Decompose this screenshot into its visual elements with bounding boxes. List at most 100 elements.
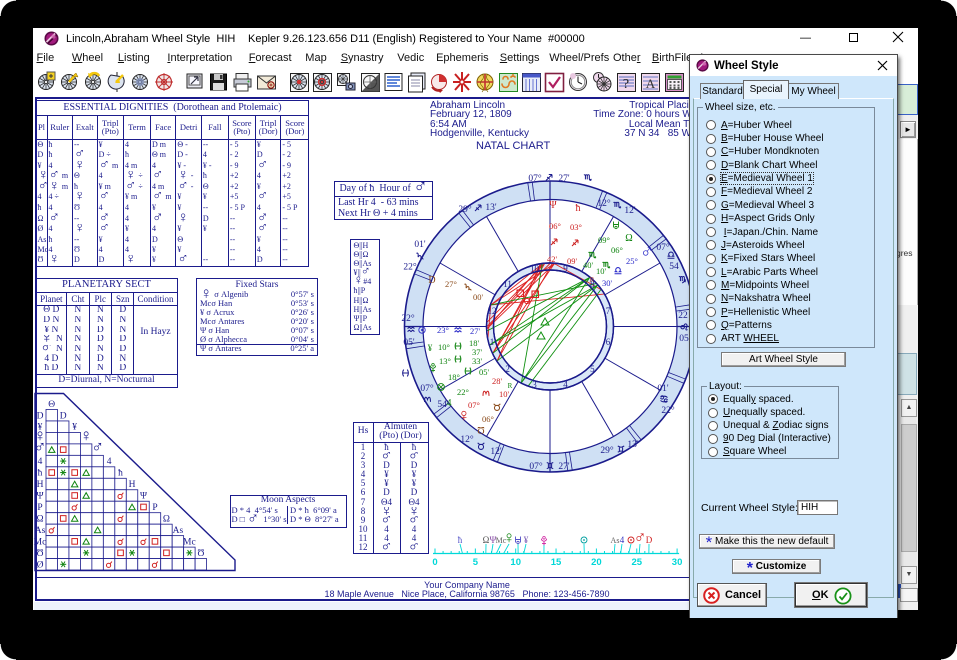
svg-text:4: 4 [107,457,112,467]
svg-text:H: H [37,480,44,490]
svg-text:¥: ¥ [428,343,433,353]
svg-text:10: 10 [530,264,540,274]
svg-text:4: 4 [563,379,568,389]
svg-text:33': 33' [472,356,483,366]
svg-text:12: 12 [488,306,497,316]
svg-text:22°: 22° [661,405,675,416]
svg-text:25°: 25° [626,256,638,266]
svg-text:13': 13' [485,203,497,213]
svg-text:R: R [590,276,595,284]
svg-text:Ω: Ω [163,515,170,525]
svg-text:Ψ: Ψ [140,492,147,502]
svg-text:06°: 06° [482,414,494,424]
svg-text:01': 01' [414,240,426,250]
svg-text:12°: 12° [597,198,611,209]
svg-text:10: 10 [510,557,521,568]
svg-text:Ʊ: Ʊ [36,549,43,559]
svg-text:05': 05' [479,367,490,377]
svg-text:13°: 13° [439,356,451,366]
svg-text:Ω: Ω [483,535,490,545]
svg-text:10': 10' [499,389,510,399]
svg-text:07°: 07° [468,400,480,410]
svg-text:D: D [646,535,653,545]
svg-text:06°: 06° [549,221,561,231]
svg-text:5: 5 [590,364,595,374]
svg-text:P: P [37,503,42,513]
svg-text:18°: 18° [448,372,460,382]
svg-text:ħ: ħ [458,535,463,545]
svg-text:30: 30 [672,557,683,568]
svg-text:54: 54 [669,262,679,272]
svg-text:09': 09' [567,256,578,266]
svg-text:09°: 09° [598,235,610,245]
svg-text:Θ: Θ [48,400,55,410]
svg-text:27': 27' [558,462,570,472]
svg-text:01': 01' [657,384,669,394]
svg-text:13': 13' [627,440,639,450]
svg-text:Ψ: Ψ [549,200,557,211]
svg-text:03°: 03° [570,222,582,232]
svg-text:07°: 07° [528,173,542,184]
svg-text:1: 1 [490,337,495,347]
svg-text:07°: 07° [656,242,670,253]
svg-text:3: 3 [532,379,537,389]
svg-text:27': 27' [558,174,570,184]
svg-text:ħ: ħ [576,203,581,214]
svg-text:22°: 22° [401,313,415,324]
svg-text:12°: 12° [460,434,474,445]
svg-text:27': 27' [470,326,481,336]
svg-text:♂: ♂ [634,528,647,547]
svg-text:22°: 22° [403,262,417,273]
svg-text:D: D [37,411,44,421]
svg-text:11: 11 [503,279,512,289]
svg-text:H: H [129,480,136,490]
svg-text:6: 6 [606,337,611,347]
svg-text:5: 5 [473,557,479,568]
svg-text:Ʊ: Ʊ [477,426,484,437]
svg-text:12': 12' [490,447,502,457]
svg-text:As: As [611,536,620,545]
svg-text:¥: ¥ [524,535,529,545]
svg-text:40': 40' [583,260,594,270]
svg-text:29°: 29° [600,445,614,456]
svg-text:As: As [35,526,46,536]
svg-text:22: 22 [678,311,688,321]
svg-text:4: 4 [620,535,625,545]
svg-text:05': 05' [403,338,415,348]
svg-text:♂: ♂ [640,242,654,263]
svg-text:10°: 10° [438,342,450,352]
svg-text:Ψ: Ψ [36,492,43,502]
svg-text:Mc: Mc [183,537,196,547]
svg-text:28': 28' [492,376,503,386]
svg-text:♂: ♂ [91,438,104,457]
svg-text:Ω: Ω [625,233,632,244]
svg-text:10': 10' [596,266,607,276]
svg-text:06°: 06° [611,245,623,255]
svg-text:05: 05 [679,334,689,344]
svg-text:D: D [428,275,435,286]
svg-text:07°: 07° [420,383,434,394]
svg-text:07°: 07° [529,461,543,472]
svg-text:¥: ¥ [72,423,77,433]
svg-text:4: 4 [447,398,452,409]
svg-text:23°: 23° [437,325,449,335]
svg-text:P: P [152,503,157,513]
svg-text:As: As [173,526,184,536]
svg-text:ħ: ħ [118,469,123,479]
svg-text:ħ: ħ [38,469,43,479]
svg-text:♀: ♀ [503,528,516,547]
svg-text:R: R [508,382,513,390]
svg-text:0: 0 [432,557,437,568]
svg-text:4: 4 [38,457,43,467]
svg-text:D: D [60,411,67,421]
svg-text:00': 00' [473,292,484,302]
svg-text:15: 15 [551,557,562,568]
svg-text:Ω: Ω [36,515,43,525]
svg-text:Ʊ: Ʊ [197,549,204,559]
svg-text:Ø: Ø [37,560,44,570]
svg-text:27°: 27° [445,279,457,289]
svg-text:25: 25 [631,557,642,568]
svg-text:30': 30' [602,278,613,288]
svg-text:2: 2 [505,364,510,374]
svg-text:20: 20 [591,557,602,568]
